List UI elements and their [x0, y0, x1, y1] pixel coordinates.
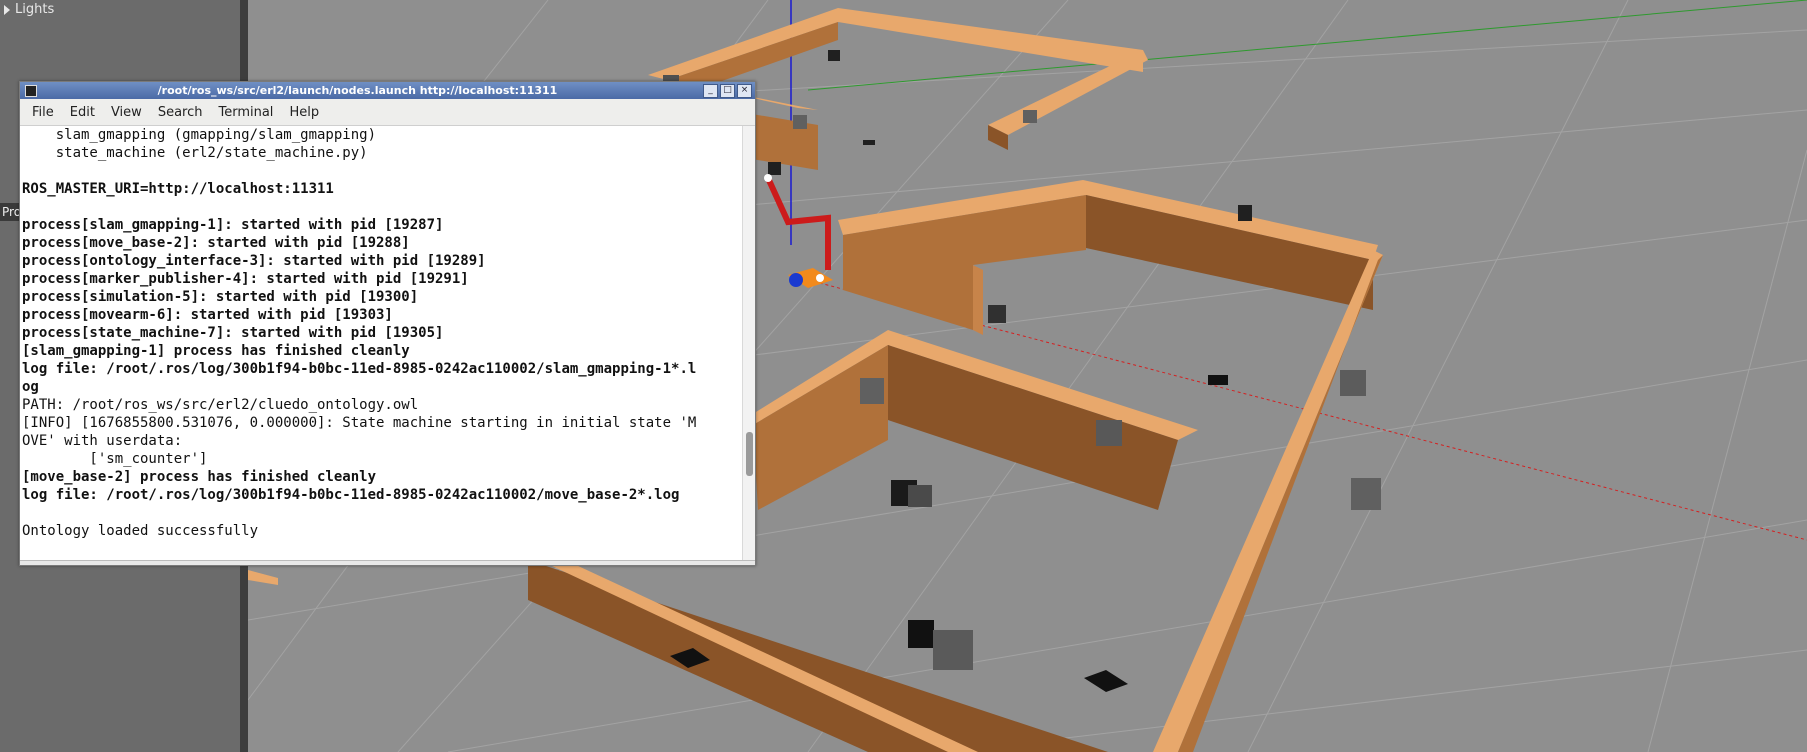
- lights-label: Lights: [15, 2, 55, 17]
- triangle-right-icon[interactable]: [4, 4, 10, 15]
- terminal-line: [INFO] [1676855800.531076, 0.000000]: St…: [22, 415, 697, 431]
- terminal-text: slam_gmapping (gmapping/slam_gmapping) s…: [20, 126, 743, 540]
- terminal-window[interactable]: /root/ros_ws/src/erl2/launch/nodes.launc…: [19, 81, 756, 566]
- close-button[interactable]: ×: [737, 84, 752, 98]
- terminal-line: log file: /root/.ros/log/300b1f94-b0bc-1…: [22, 361, 697, 377]
- terminal-output[interactable]: slam_gmapping (gmapping/slam_gmapping) s…: [20, 126, 743, 561]
- menu-file[interactable]: File: [24, 105, 62, 120]
- menu-help[interactable]: Help: [281, 105, 327, 120]
- terminal-line: slam_gmapping (gmapping/slam_gmapping): [22, 127, 377, 143]
- menubar: File Edit View Search Terminal Help: [20, 99, 755, 126]
- terminal-line: Ontology loaded successfully: [22, 523, 259, 539]
- menu-terminal[interactable]: Terminal: [210, 105, 281, 120]
- window-title: /root/ros_ws/src/erl2/launch/nodes.launc…: [157, 84, 558, 97]
- terminal-line: process[simulation-5]: started with pid …: [22, 289, 419, 305]
- terminal-bottom-edge: [20, 560, 755, 565]
- terminal-line: process[move_base-2]: started with pid […: [22, 235, 410, 251]
- minimize-button[interactable]: _: [703, 84, 718, 98]
- terminal-line: process[ontology_interface-3]: started w…: [22, 253, 486, 269]
- terminal-line: process[marker_publisher-4]: started wit…: [22, 271, 469, 287]
- terminal-line: [move_base-2] process has finished clean…: [22, 469, 377, 485]
- terminal-line: [slam_gmapping-1] process has finished c…: [22, 343, 410, 359]
- terminal-line: og: [22, 379, 39, 395]
- menu-edit[interactable]: Edit: [62, 105, 103, 120]
- terminal-line: OVE' with userdata:: [22, 433, 183, 449]
- terminal-line: ['sm_counter']: [22, 451, 208, 467]
- menu-view[interactable]: View: [103, 105, 150, 120]
- terminal-line: process[state_machine-7]: started with p…: [22, 325, 444, 341]
- terminal-line: PATH: /root/ros_ws/src/erl2/cluedo_ontol…: [22, 397, 419, 413]
- menu-search[interactable]: Search: [150, 105, 211, 120]
- maximize-button[interactable]: □: [720, 84, 735, 98]
- terminal-line: state_machine (erl2/state_machine.py): [22, 145, 368, 161]
- terminal-line: process[slam_gmapping-1]: started with p…: [22, 217, 444, 233]
- terminal-titlebar[interactable]: /root/ros_ws/src/erl2/launch/nodes.launc…: [20, 82, 755, 99]
- scrollbar-thumb[interactable]: [746, 432, 753, 476]
- terminal-scrollbar[interactable]: [742, 126, 755, 561]
- lights-tree-item[interactable]: Lights: [4, 2, 54, 17]
- terminal-line: ROS_MASTER_URI=http://localhost:11311: [22, 181, 334, 197]
- terminal-line: log file: /root/.ros/log/300b1f94-b0bc-1…: [22, 487, 680, 503]
- terminal-line: process[movearm-6]: started with pid [19…: [22, 307, 393, 323]
